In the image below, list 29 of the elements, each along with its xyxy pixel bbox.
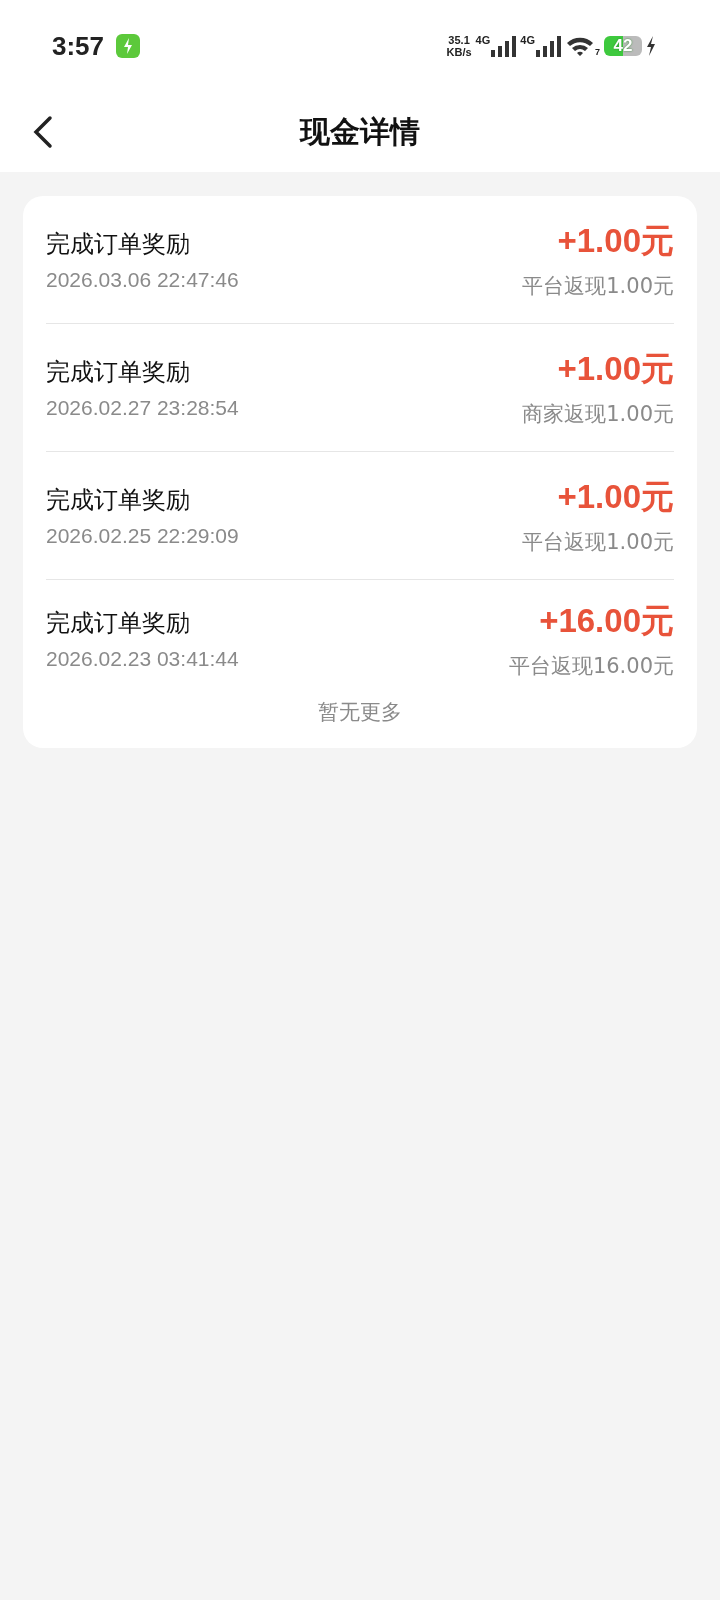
record-title: 完成订单奖励	[46, 608, 191, 639]
record-time: 2026.02.25 22:29:09	[46, 523, 239, 548]
end-of-list-text: 暂无更多	[317, 699, 403, 726]
record-time: 2026.02.23 03:41:44	[46, 647, 239, 671]
network-speed: 35.1	[448, 34, 470, 46]
record-note: 商家返现1.00元	[522, 401, 674, 428]
record-note: 平台返现1.00元	[522, 273, 674, 300]
network-type: 4G	[520, 35, 535, 46]
network-type: 4G	[475, 35, 491, 46]
signal-icon	[490, 35, 517, 57]
record-note: 平台返现16.00元	[508, 652, 674, 680]
record-note: 平台返现1.00元	[522, 529, 674, 556]
record-amount: +1.00元	[557, 221, 674, 261]
record-title: 完成订单奖励	[46, 484, 191, 516]
record-title: 完成订单奖励	[46, 356, 191, 388]
record-amount: +1.00元	[557, 477, 674, 517]
record-time: 2026.03.06 22:47:46	[46, 267, 239, 292]
signal-icon	[535, 35, 561, 57]
record-amount: +1.00元	[557, 349, 674, 389]
network-speed-unit: KB/s	[446, 46, 472, 58]
charging-icon	[646, 36, 656, 56]
wifi-icon	[565, 35, 595, 57]
charging-app-icon	[116, 34, 141, 58]
page-title: 现金详情	[300, 112, 420, 151]
record-amount: +16.00元	[539, 600, 674, 641]
wifi-number: 7	[595, 47, 600, 57]
record-title: 完成订单奖励	[46, 228, 191, 260]
status-time: 3:57	[52, 30, 105, 62]
record-time: 2026.02.27 23:28:54	[46, 395, 239, 420]
